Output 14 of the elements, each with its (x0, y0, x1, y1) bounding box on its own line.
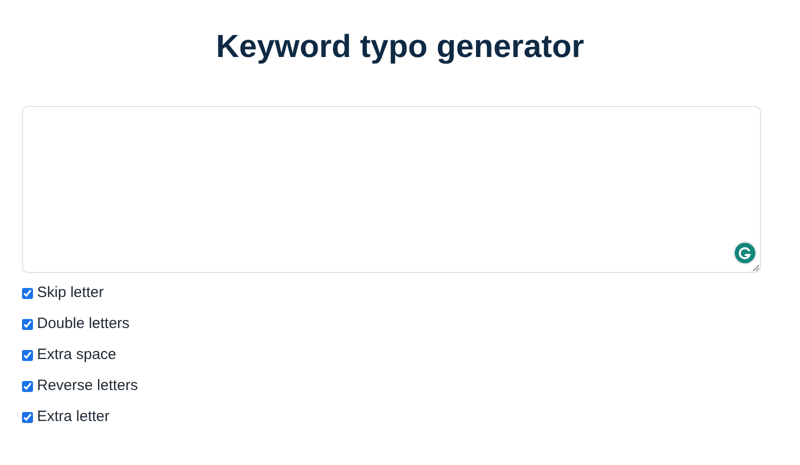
keyword-input[interactable] (22, 106, 761, 273)
grammarly-icon[interactable] (733, 241, 757, 265)
option-checkbox[interactable] (22, 318, 33, 330)
resize-handle-icon[interactable] (752, 264, 760, 272)
page-title: Keyword typo generator (216, 27, 584, 66)
option-label: Reverse letters (37, 376, 138, 396)
option-label: Extra space (37, 344, 116, 365)
option-checkbox[interactable] (22, 412, 33, 422)
option-label: Extra letter (37, 406, 110, 427)
option-checkbox[interactable] (22, 350, 33, 360)
option-label: Double letters (37, 314, 130, 334)
option-label: Skip letter (37, 282, 104, 303)
option-checkbox[interactable] (22, 380, 33, 392)
option-checkbox[interactable] (22, 288, 33, 298)
